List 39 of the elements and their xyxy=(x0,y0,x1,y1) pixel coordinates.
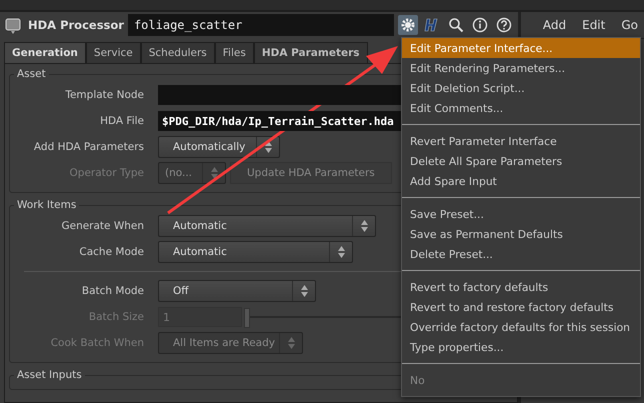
tab[interactable]: Generation xyxy=(4,42,86,63)
section-title: Asset Inputs xyxy=(16,369,83,381)
parameter-label: Operator Type xyxy=(68,167,145,179)
menu-item[interactable]: Add Spare Input xyxy=(402,171,640,191)
section-title: Work Items xyxy=(16,199,78,211)
tab[interactable]: Files xyxy=(214,42,254,63)
menu-item[interactable]: Edit xyxy=(576,18,612,32)
parameter-label: Batch Size xyxy=(88,311,145,323)
menu-item[interactable]: Go xyxy=(615,18,644,32)
parameter-label: Cook Batch When xyxy=(50,337,145,349)
parameter-label: HDA File xyxy=(99,115,145,127)
menu-item[interactable]: Type properties... xyxy=(402,337,640,357)
parameter-label: Cache Mode xyxy=(78,246,145,258)
tab[interactable]: HDA Parameters xyxy=(254,42,368,63)
parameter-label: Batch Mode xyxy=(80,285,145,297)
dropdown-menu[interactable]: Automatically xyxy=(158,136,280,158)
menu-item[interactable]: Delete All Spare Parameters xyxy=(402,151,640,171)
menu-item[interactable]: Delete Preset... xyxy=(402,244,640,264)
parameter-label: Add HDA Parameters xyxy=(32,141,145,153)
parameter-label: Template Node xyxy=(64,89,145,101)
dropdown-menu[interactable]: Automatic xyxy=(158,241,353,263)
menu-item[interactable]: Edit Rendering Parameters... xyxy=(402,58,640,78)
menu-item[interactable]: Revert to and restore factory defaults xyxy=(402,297,640,317)
tab[interactable]: Schedulers xyxy=(140,42,215,63)
section-title: Asset xyxy=(16,68,47,80)
parameter-label: Generate When xyxy=(60,220,145,232)
menu-item[interactable]: Save as Permanent Defaults xyxy=(402,224,640,244)
dropdown-menu[interactable]: Off xyxy=(158,280,316,302)
dropdown-menu[interactable]: Automatic xyxy=(158,215,376,237)
menu-item[interactable]: Override factory defaults for this session xyxy=(402,317,640,337)
menu-item[interactable]: Revert to factory defaults xyxy=(402,277,640,297)
node-name-field[interactable]: foliage_scatter xyxy=(128,14,394,36)
menu-item[interactable]: Add xyxy=(536,18,572,32)
tab[interactable]: Service xyxy=(86,42,141,63)
menu-item[interactable]: Edit Parameter Interface... xyxy=(402,38,640,58)
menu-item[interactable]: Edit Deletion Script... xyxy=(402,78,640,98)
menu-item[interactable]: Revert Parameter Interface xyxy=(402,131,640,151)
menu-item[interactable]: Save Preset... xyxy=(402,204,640,224)
node-type-label: HDA Processor xyxy=(28,18,124,32)
